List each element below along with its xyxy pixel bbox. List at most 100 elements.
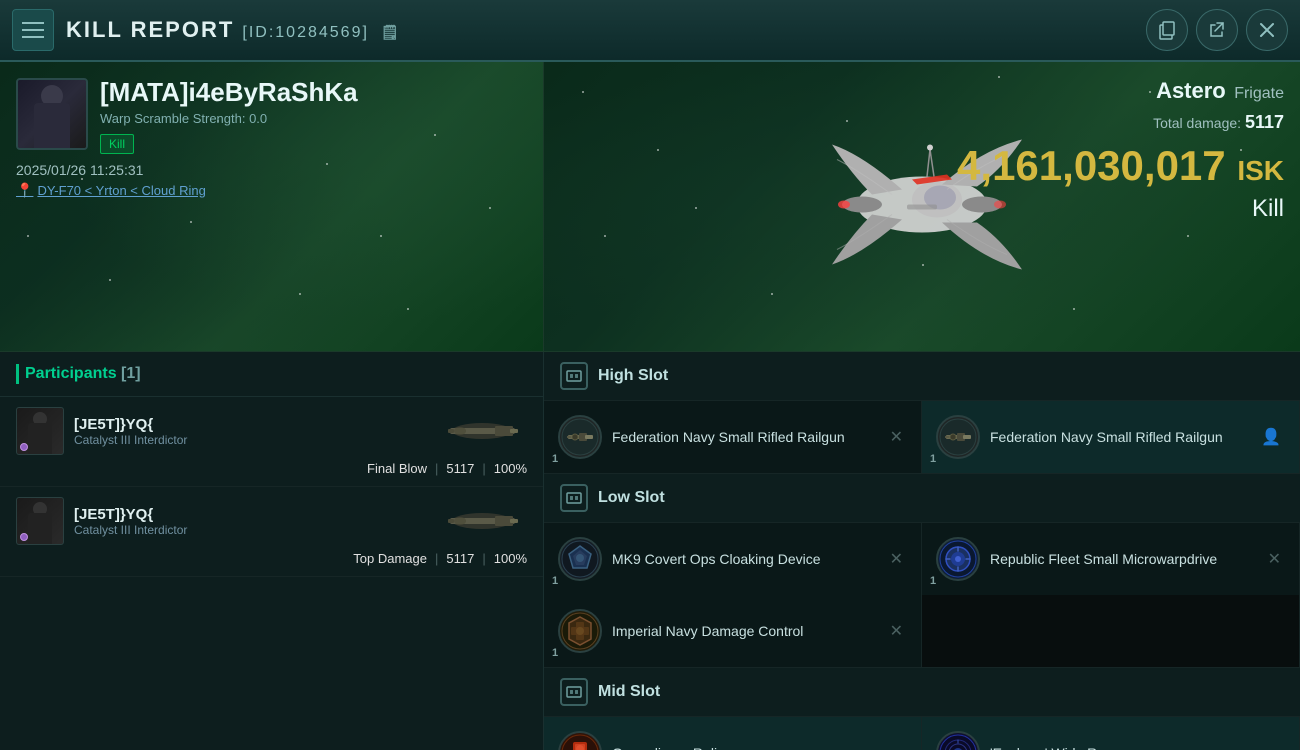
pilot-sub: Warp Scramble Strength: 0.0: [100, 111, 527, 126]
low-slot-items-row2: 1 Imperial Navy Damage Control: [544, 595, 1300, 667]
pilot-silhouette: [27, 83, 77, 148]
item-name: Republic Fleet Small Microwarpdrive: [990, 550, 1254, 568]
kill-location[interactable]: 📍 DY-F70 < Yrton < Cloud Ring: [16, 182, 527, 199]
star: [695, 207, 697, 209]
participant-avatar: [16, 497, 64, 545]
low-slot-title: Low Slot: [598, 489, 665, 507]
participant-top: [JE5T]}YQ{ Catalyst III Interdictor: [16, 407, 527, 455]
mid-slot-items: 1 Gravedigger R: [544, 717, 1300, 750]
menu-button[interactable]: [12, 9, 54, 51]
hero-content: [MATA]i4eByRaShKa Warp Scramble Strength…: [0, 62, 543, 351]
slot-item: 1 Republic Fleet Small Microwarp: [922, 523, 1300, 595]
isk-value: 4,161,030,017 ISK: [957, 145, 1284, 187]
mid-slot-title: Mid Slot: [598, 683, 660, 701]
high-slot-icon: [560, 362, 588, 390]
item-icon: [558, 609, 602, 653]
avatar-figure: [24, 500, 56, 544]
item-text: 'Explorer' Wide Range: [990, 744, 1285, 750]
rank-dot: [20, 533, 28, 541]
item-qty: 1: [552, 575, 558, 587]
slot-item-empty: [922, 595, 1300, 667]
pilot-avatar: [16, 78, 88, 150]
item-close-icon[interactable]: ✕: [886, 423, 907, 451]
item-text: MK9 Covert Ops Cloaking Device: [612, 550, 876, 568]
ship-class-name: Astero Frigate: [957, 78, 1284, 104]
low-slot-icon: [560, 484, 588, 512]
item-text: Gravedigger Relic: [612, 744, 907, 750]
stat-percent: 100%: [494, 551, 527, 566]
participant-stats: Final Blow | 5117 | 100%: [16, 461, 527, 476]
item-text: Republic Fleet Small Microwarpdrive: [990, 550, 1254, 568]
copy-button[interactable]: [1146, 9, 1188, 51]
item-close-icon[interactable]: ✕: [886, 617, 907, 645]
star: [1187, 235, 1189, 237]
participant-card: [JE5T]}YQ{ Catalyst III Interdictor: [0, 397, 543, 487]
star: [771, 293, 773, 295]
participant-ship-icon: [437, 413, 527, 449]
item-name: MK9 Covert Ops Cloaking Device: [612, 550, 876, 568]
high-slot-section: High Slot 1: [544, 352, 1300, 474]
kill-id: [ID:10284569]: [242, 24, 369, 41]
hero-right: Astero Frigate Total damage: 5117 4,161,…: [543, 62, 1300, 352]
participant-details: [JE5T]}YQ{ Catalyst III Interdictor: [74, 416, 427, 447]
item-icon: [936, 537, 980, 581]
mid-slot-icon: [560, 678, 588, 706]
high-slot-title: High Slot: [598, 367, 668, 385]
item-name: 'Explorer' Wide Range: [990, 744, 1285, 750]
damage-line: Total damage: 5117: [957, 112, 1284, 133]
item-close-icon[interactable]: ✕: [886, 545, 907, 573]
stat-damage: 5117: [446, 551, 474, 566]
pilot-name: [MATA]i4eByRaShKa: [100, 78, 527, 107]
stat-separator: |: [482, 461, 485, 476]
item-qty: 1: [552, 647, 558, 659]
item-name: Federation Navy Small Rifled Railgun: [990, 428, 1247, 446]
star: [1073, 308, 1075, 310]
participant-card: [JE5T]}YQ{ Catalyst III Interdictor: [0, 487, 543, 577]
slot-item: 1 'Explorer' Wi: [922, 717, 1300, 750]
hero-section: [MATA]i4eByRaShKa Warp Scramble Strength…: [0, 62, 543, 352]
header-bar: KILL REPORT [ID:10284569] 🗒: [0, 0, 1300, 62]
page-title: KILL REPORT [ID:10284569] 🗒: [66, 17, 1134, 43]
rank-dot: [20, 443, 28, 451]
close-button[interactable]: [1246, 9, 1288, 51]
participant-ship-icon: [437, 503, 527, 539]
slot-item: 1 Federation Na: [922, 401, 1300, 473]
stat-label: Top Damage: [353, 551, 427, 566]
item-text: Federation Navy Small Rifled Railgun: [990, 428, 1247, 446]
main-area: [MATA]i4eByRaShKa Warp Scramble Strength…: [0, 62, 1300, 750]
stat-damage: 5117: [446, 461, 474, 476]
item-icon: [936, 415, 980, 459]
item-name: Federation Navy Small Rifled Railgun: [612, 428, 876, 446]
high-slot-items: 1 Federation Na: [544, 401, 1300, 473]
slots-panel: High Slot 1: [543, 352, 1300, 750]
item-close-icon[interactable]: ✕: [1264, 545, 1285, 573]
star: [582, 91, 584, 93]
participant-name: [JE5T]}YQ{: [74, 416, 427, 433]
star: [604, 235, 606, 237]
hamburger-line: [22, 22, 44, 24]
item-name: Gravedigger Relic: [612, 744, 907, 750]
participants-header: Participants [1]: [0, 352, 543, 397]
participants-title: Participants [1]: [25, 365, 141, 383]
stat-percent: 100%: [494, 461, 527, 476]
hamburger-line: [22, 36, 44, 38]
item-qty: 1: [930, 453, 936, 465]
stat-label: Final Blow: [367, 461, 427, 476]
low-slot-section: Low Slot 1: [544, 474, 1300, 668]
export-button[interactable]: [1196, 9, 1238, 51]
location-pin-icon: 📍: [16, 182, 33, 199]
low-slot-items: 1 MK9 Covert Ops Cloaking Device: [544, 523, 1300, 595]
avatar-figure: [24, 410, 56, 454]
item-qty: 1: [552, 453, 558, 465]
kill-date: 2025/01/26 11:25:31: [16, 162, 527, 178]
participant-avatar: [16, 407, 64, 455]
item-text: Imperial Navy Damage Control: [612, 622, 876, 640]
participant-top: [JE5T]}YQ{ Catalyst III Interdictor: [16, 497, 527, 545]
high-slot-header: High Slot: [544, 352, 1300, 401]
participant-name: [JE5T]}YQ{: [74, 506, 427, 523]
avatar-inner: [18, 80, 86, 148]
participant-ship: Catalyst III Interdictor: [74, 433, 427, 447]
stat-separator: |: [482, 551, 485, 566]
mid-slot-header: Mid Slot: [544, 668, 1300, 717]
slot-item: 1 Gravedigger R: [544, 717, 922, 750]
